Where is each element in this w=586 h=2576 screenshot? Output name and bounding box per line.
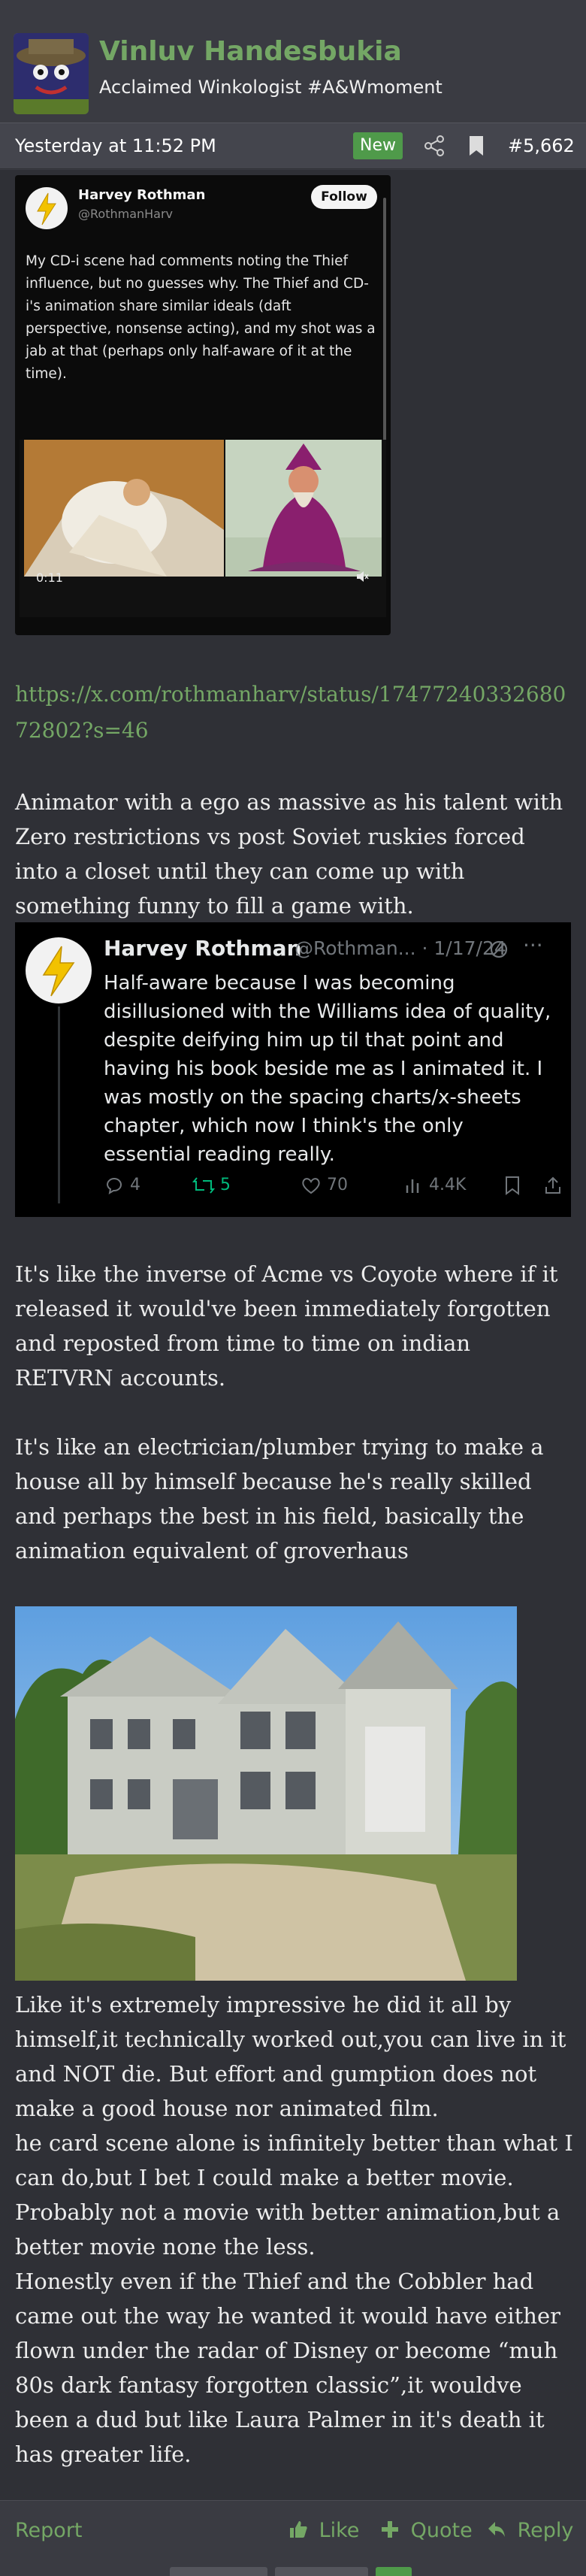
tweet-author-name: Harvey Rothman [104,936,302,961]
post-timestamp[interactable]: Yesterday at 11:52 PM [15,135,216,156]
like-count: 70 [327,1176,348,1194]
share-icon[interactable] [422,134,446,158]
like-label: Like [319,2519,360,2542]
like-button[interactable]: Like [288,2519,359,2542]
views-count: 4.4K [429,1176,467,1194]
post-author-header: Vinluv Handesbukia Acclaimed Winkologist… [0,0,586,120]
avatar-image [14,33,89,114]
house-image [15,1606,517,1981]
tweet-actions: 4 5 70 4.4K [104,1170,562,1200]
tweet-author-name: Harvey Rothman [78,187,206,203]
lightning-bolt-icon [37,192,56,226]
bookmark-action[interactable] [503,1170,521,1200]
reply-icon [106,1178,122,1195]
share-action[interactable] [544,1170,562,1200]
post-meta-bar: Yesterday at 11:52 PM New #5,662 [0,123,586,169]
retweet-icon [192,1177,216,1194]
tweet-author-handle-date: @Rothman... · 1/17/24 [295,937,506,959]
username[interactable]: Vinluv Handesbukia [99,36,402,67]
pagination-tab[interactable] [275,2567,368,2576]
pagination-tab-active[interactable] [376,2567,412,2576]
post-paragraph-1: Animator with a ego as massive as his ta… [15,789,563,919]
more-options-icon[interactable]: ··· [523,933,543,958]
lightning-bolt-icon [42,946,75,997]
tweet-author-avatar [26,937,92,1003]
quote-label: Quote [410,2519,473,2542]
reply-button[interactable]: Reply [487,2519,573,2542]
new-badge: New [353,132,403,159]
video-frame-right [225,440,382,577]
avatar[interactable] [14,33,89,114]
bookmark-icon[interactable] [466,134,487,158]
views-icon [406,1179,419,1193]
tweet-text: My CD-i scene had comments noting the Th… [26,253,376,382]
follow-button[interactable]: Follow [311,185,377,209]
report-link[interactable]: Report [15,2519,83,2542]
tweet-link[interactable]: https://x.com/rothmanharv/status/1747724… [15,677,571,749]
grok-icon[interactable] [488,939,509,960]
reply-arrow-icon [488,2522,505,2537]
views-action[interactable]: 4.4K [404,1170,466,1200]
post-footer: Report Like Quote Reply [0,2500,586,2576]
retweet-action[interactable]: 5 [192,1170,231,1200]
retweet-count: 5 [220,1176,231,1194]
thread-line [58,1006,60,1203]
post-paragraph-4: Like it's extremely impressive he did it… [15,1992,566,2121]
post-paragraph-5: he card scene alone is infinitely better… [15,2130,573,2260]
tweet-embed-2[interactable]: Harvey Rothman @Rothman... · 1/17/24 ···… [15,922,571,1217]
house-photo[interactable] [15,1606,517,1981]
post-paragraph-2: It's like the inverse of Acme vs Coyote … [15,1261,558,1391]
user-title: Acclaimed Winkologist #A&Wmoment [99,77,443,98]
video-timestamp: 0:11 [36,571,63,585]
thumbs-up-icon [290,2521,307,2538]
post-paragraph-6: Honestly even if the Thief and the Cobbl… [15,2269,560,2467]
tweet-embed-1[interactable]: Harvey Rothman @RothmanHarv Follow My CD… [15,175,391,635]
reply-label: Reply [517,2519,574,2542]
post-number[interactable]: #5,662 [508,135,575,156]
reply-count: 4 [130,1176,140,1194]
plus-icon [382,2521,398,2538]
reply-action[interactable]: 4 [104,1170,140,1200]
bookmark-icon [506,1176,519,1195]
heart-icon [302,1178,320,1194]
share-icon [545,1176,560,1194]
volume-icon[interactable] [355,569,370,584]
pagination-tab[interactable] [170,2567,267,2576]
like-action[interactable]: 70 [301,1170,348,1200]
tweet-text: Half-aware because I was becoming disill… [104,972,551,1166]
tweet-author-avatar [26,187,68,229]
post-paragraph-3: It's like an electrician/plumber trying … [15,1434,544,1563]
tweet-video[interactable] [20,440,386,617]
tweet-author-handle: @RothmanHarv [78,207,174,221]
video-frame-left [24,440,224,577]
quote-button[interactable]: Quote [380,2519,473,2542]
